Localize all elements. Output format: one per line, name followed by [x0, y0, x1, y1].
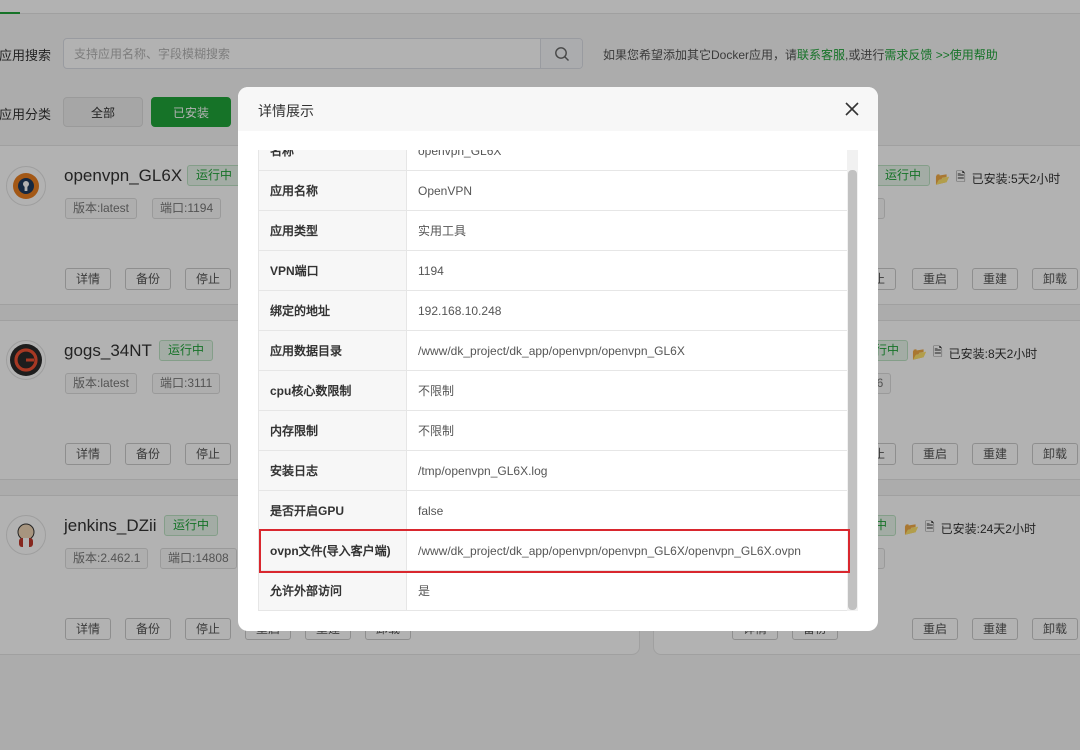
detail-key: 应用数据目录: [258, 330, 407, 371]
detail-value: 1194: [406, 250, 848, 291]
detail-key: 应用名称: [258, 170, 407, 211]
detail-value: 实用工具: [406, 210, 848, 251]
detail-row: 应用名称 OpenVPN: [258, 170, 848, 211]
detail-key: cpu核心数限制: [258, 370, 407, 411]
detail-row: VPN端口 1194: [258, 250, 848, 291]
detail-key: 内存限制: [258, 410, 407, 451]
detail-row: 绑定的地址 192.168.10.248: [258, 290, 848, 331]
detail-row: 允许外部访问是: [258, 570, 848, 611]
modal-header: 详情展示: [238, 87, 878, 131]
detail-value: /tmp/openvpn_GL6X.log: [406, 450, 848, 491]
detail-value: 不限制: [406, 370, 848, 411]
detail-row: 名称 openvpn_GL6X: [258, 150, 848, 171]
detail-row: 是否开启GPU false: [258, 490, 848, 531]
detail-value: 是: [406, 570, 848, 611]
detail-value: false: [406, 490, 848, 531]
detail-value: 192.168.10.248: [406, 290, 848, 331]
detail-key: 应用类型: [258, 210, 407, 251]
detail-value: openvpn_GL6X: [406, 150, 848, 171]
detail-key: 安装日志: [258, 450, 407, 491]
detail-key: 是否开启GPU: [258, 490, 407, 531]
highlight-box: [259, 529, 850, 573]
detail-modal: 详情展示 名称 openvpn_GL6X 应用名称 OpenVPN 应用类型 实用工具 VP…: [238, 87, 878, 631]
detail-key: 允许外部访问: [258, 570, 407, 611]
detail-row: cpu核心数限制 不限制: [258, 370, 848, 411]
detail-value: 不限制: [406, 410, 848, 451]
detail-key: 绑定的地址: [258, 290, 407, 331]
detail-key: 名称: [258, 150, 407, 171]
detail-row: 应用数据目录/www/dk_project/dk_app/openvpn/ope…: [258, 330, 848, 371]
close-icon[interactable]: [844, 101, 860, 117]
detail-row: 安装日志/tmp/openvpn_GL6X.log: [258, 450, 848, 491]
detail-value: OpenVPN: [406, 170, 848, 211]
detail-row: 内存限制 不限制: [258, 410, 848, 451]
modal-title: 详情展示: [258, 103, 314, 119]
detail-value: /www/dk_project/dk_app/openvpn/openvpn_G…: [406, 330, 848, 371]
detail-row: 应用类型 实用工具: [258, 210, 848, 251]
detail-key: VPN端口: [258, 250, 407, 291]
